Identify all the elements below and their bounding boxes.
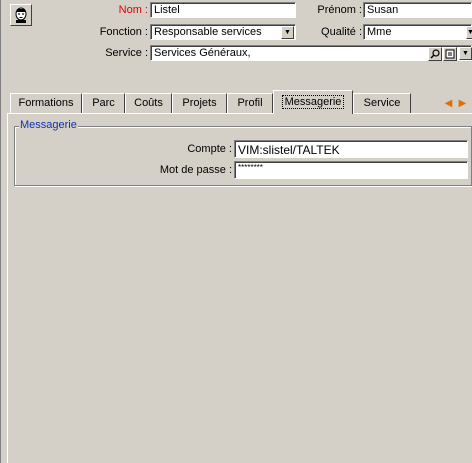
- tab-projets[interactable]: Projets: [172, 93, 227, 113]
- chevron-down-icon[interactable]: ▼: [466, 26, 472, 39]
- nom-field[interactable]: Listel: [150, 2, 296, 18]
- person-icon[interactable]: [10, 4, 32, 26]
- arrow-left-icon[interactable]: ◀: [442, 96, 455, 111]
- service-label: Service :: [105, 47, 148, 59]
- magnifier-icon[interactable]: [428, 47, 442, 61]
- tab-service[interactable]: Service: [353, 93, 411, 113]
- tab-formations[interactable]: Formations: [10, 93, 82, 113]
- password-label: Mot de passe :: [159, 164, 232, 176]
- arrow-right-icon[interactable]: ▶: [456, 96, 469, 111]
- service-field[interactable]: Services Généraux,: [150, 45, 472, 61]
- nom-label: Nom :: [118, 4, 148, 16]
- qualite-value: Mme: [367, 26, 392, 38]
- tab-couts[interactable]: Coûts: [125, 93, 172, 113]
- chevron-down-icon[interactable]: ▼: [281, 26, 294, 39]
- tab-messagerie[interactable]: Messagerie: [273, 90, 353, 114]
- tab-messagerie-label: Messagerie: [281, 95, 345, 109]
- detail-icon[interactable]: [443, 47, 457, 61]
- fonction-label: Fonction :: [99, 26, 148, 38]
- qualite-field[interactable]: Mme: [363, 24, 472, 40]
- service-value: Services Généraux,: [154, 47, 251, 59]
- messagerie-group-title: Messagerie: [19, 119, 78, 131]
- tab-profil[interactable]: Profil: [227, 93, 273, 113]
- prenom-label: Prénom :: [317, 4, 362, 16]
- compte-field[interactable]: VIM:slistel/TALTEK: [234, 140, 468, 158]
- password-field[interactable]: ********: [234, 161, 468, 179]
- window-border: [0, 0, 1, 463]
- tab-parc[interactable]: Parc: [82, 93, 125, 113]
- qualite-label: Qualité :: [321, 26, 362, 38]
- compte-label: Compte :: [187, 143, 232, 155]
- fonction-value: Responsable services: [154, 26, 262, 38]
- chevron-down-icon[interactable]: ▼: [459, 47, 472, 60]
- fonction-field[interactable]: Responsable services: [150, 24, 296, 40]
- prenom-field[interactable]: Susan: [363, 2, 472, 18]
